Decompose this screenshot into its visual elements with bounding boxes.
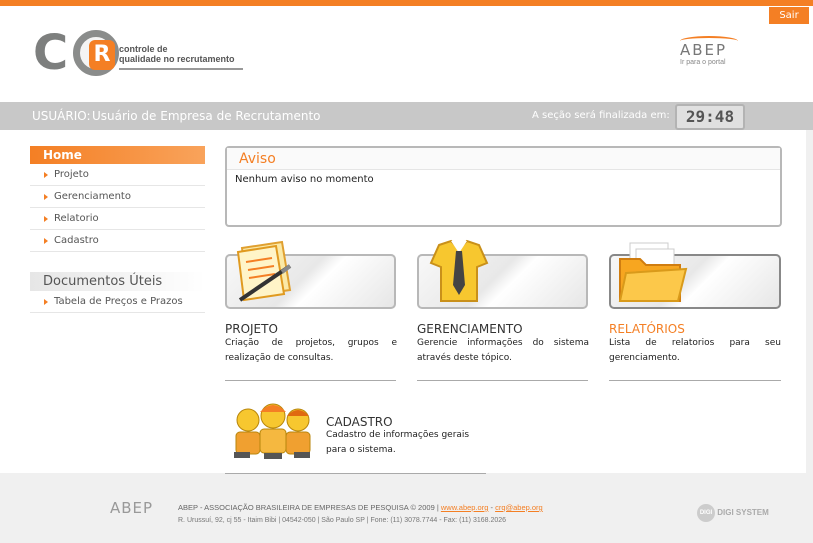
- projeto-desc: Criação de projetos, grupos e realização…: [225, 338, 397, 363]
- footer-site-link[interactable]: www.abep.org: [441, 503, 489, 512]
- relatorios-title[interactable]: RELATÓRIOS: [609, 322, 685, 336]
- notice-panel: Aviso Nenhum aviso no momento: [225, 146, 782, 227]
- divider: [225, 380, 396, 381]
- logo-q-ring: R: [73, 30, 119, 76]
- logo-text: controle de qualidade no recrutamento: [119, 44, 235, 64]
- divider: [417, 380, 588, 381]
- footer-org: ABEP - ASSOCIAÇÃO BRASILEIRA DE EMPRESAS…: [178, 503, 439, 512]
- user-label: USUÁRIO:: [32, 109, 91, 123]
- bullet-icon: [44, 172, 48, 178]
- divider: [609, 380, 781, 381]
- user-bar: USUÁRIO: Usuário de Empresa de Recrutame…: [0, 102, 813, 130]
- bullet-icon: [44, 216, 48, 222]
- shirt-tie-icon: [429, 239, 489, 302]
- sidebar-home[interactable]: Home: [30, 146, 205, 164]
- sidebar-item-label: Projeto: [54, 169, 89, 180]
- cadastro-title[interactable]: CADASTRO: [326, 415, 393, 429]
- digi-ball-icon: DIGI: [697, 504, 715, 522]
- footer-address: R. Urussuí, 92, cj 55 - Itaim Bibi | 045…: [178, 517, 507, 524]
- logo-r-letter: R: [89, 40, 115, 70]
- session-label: A seção será finalizada em:: [532, 110, 670, 121]
- sidebar-item-label: Gerenciamento: [54, 191, 131, 202]
- document-pen-icon: [236, 240, 292, 302]
- folder-icon: [618, 242, 688, 302]
- bullet-icon: [44, 238, 48, 244]
- bullet-icon: [44, 194, 48, 200]
- docs-heading: Documentos Úteis: [30, 272, 205, 291]
- sidebar-item-projeto[interactable]: Projeto: [30, 164, 205, 186]
- sidebar-item-cadastro[interactable]: Cadastro: [30, 230, 205, 252]
- notice-text: Nenhum aviso no momento: [235, 174, 374, 185]
- sidebar: Home Projeto Gerenciamento Relatorio Cad…: [30, 146, 205, 346]
- abep-swoosh-icon: [680, 36, 738, 46]
- user-name: Usuário de Empresa de Recrutamento: [92, 109, 321, 123]
- digisystem-text: DIGI SYSTEM: [717, 508, 769, 518]
- logo-underline: [119, 68, 243, 70]
- notice-title: Aviso: [227, 148, 780, 170]
- cadastro-desc: Cadastro de informações gerais para o si…: [326, 430, 470, 455]
- logo-line2: qualidade no recrutamento: [119, 54, 235, 64]
- relatorios-desc: Lista de relatorios para seu gerenciamen…: [609, 338, 781, 363]
- sidebar-item-label: Relatorio: [54, 213, 99, 224]
- projeto-title[interactable]: PROJETO: [225, 322, 278, 336]
- people-icon: [234, 403, 311, 459]
- logo-line1: controle de: [119, 44, 168, 54]
- portal-link-text[interactable]: Ir para o portal: [680, 58, 750, 68]
- logout-button[interactable]: Sair: [769, 7, 809, 24]
- gerenciamento-desc: Gerencie informações do sistema através …: [417, 338, 589, 363]
- sidebar-item-label: Cadastro: [54, 235, 99, 246]
- sidebar-item-tabela-precos[interactable]: Tabela de Preços e Prazos: [30, 291, 205, 313]
- session-timer: 29:48: [675, 104, 745, 130]
- footer-abep-logo: ABEP: [110, 499, 154, 517]
- digisystem-logo: DIGI DIGI SYSTEM: [697, 504, 769, 522]
- logo-c-letter: C: [33, 25, 68, 81]
- gerenciamento-title[interactable]: GERENCIAMENTO: [417, 322, 523, 336]
- footer-email-link[interactable]: crq@abep.org: [495, 503, 543, 512]
- sidebar-item-relatorio[interactable]: Relatorio: [30, 208, 205, 230]
- crq-logo[interactable]: C R controle de qualidade no recrutament…: [33, 28, 248, 80]
- sidebar-item-gerenciamento[interactable]: Gerenciamento: [30, 186, 205, 208]
- abep-portal-link[interactable]: ABEP Ir para o portal: [680, 36, 750, 82]
- footer-line1: ABEP - ASSOCIAÇÃO BRASILEIRA DE EMPRESAS…: [178, 503, 543, 513]
- sidebar-item-label: Tabela de Preços e Prazos: [54, 296, 183, 307]
- bullet-icon: [44, 299, 48, 305]
